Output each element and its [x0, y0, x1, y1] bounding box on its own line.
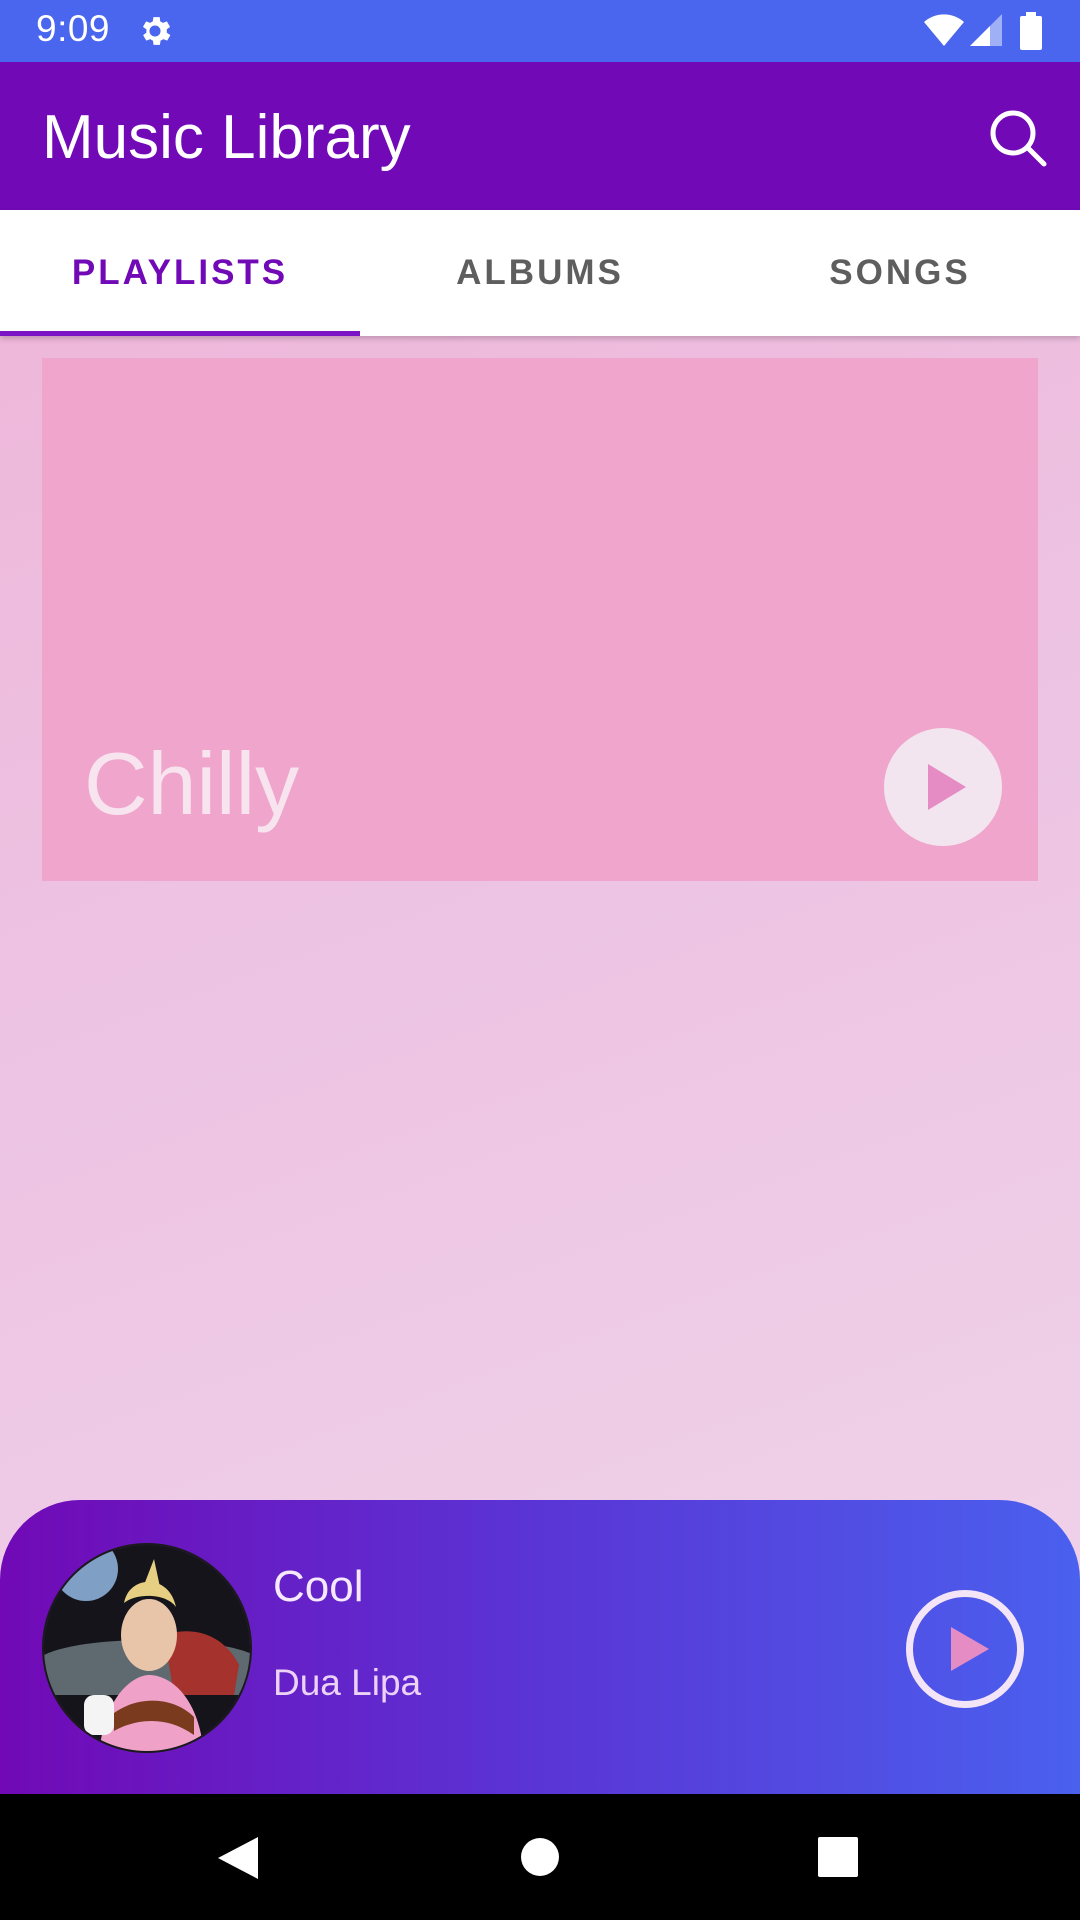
- page-title: Music Library: [42, 103, 411, 172]
- signal-icon: [970, 14, 1002, 46]
- gear-icon: [142, 17, 171, 45]
- recents-icon[interactable]: [818, 1837, 858, 1877]
- search-button[interactable]: [982, 102, 1054, 174]
- tab-songs[interactable]: SONGS: [720, 210, 1080, 336]
- status-bar: 9:09: [0, 0, 1080, 62]
- tab-label: SONGS: [829, 253, 971, 292]
- play-icon: [951, 1627, 989, 1671]
- playlist-card[interactable]: Chilly: [42, 358, 1038, 881]
- tab-label: ALBUMS: [456, 253, 624, 292]
- tab-label: PLAYLISTS: [71, 253, 289, 292]
- navigation-bar: [0, 1794, 1080, 1920]
- track-title: Cool: [273, 1562, 364, 1611]
- battery-icon: [1020, 12, 1042, 50]
- tab-bar: PLAYLISTS ALBUMS SONGS: [0, 210, 1080, 336]
- tab-playlists[interactable]: PLAYLISTS: [0, 210, 360, 336]
- track-artist: Dua Lipa: [273, 1662, 422, 1703]
- search-icon: [990, 110, 1047, 167]
- wifi-icon: [924, 14, 964, 46]
- app-bar: Music Library: [0, 62, 1080, 210]
- status-time: 9:09: [36, 8, 111, 49]
- now-playing-bar[interactable]: Cool Dua Lipa: [0, 1500, 1080, 1794]
- now-playing-play-button[interactable]: [906, 1590, 1024, 1708]
- playlist-play-button[interactable]: [884, 728, 1002, 846]
- back-icon[interactable]: [216, 1835, 260, 1881]
- tab-albums[interactable]: ALBUMS: [360, 210, 720, 336]
- album-art: [42, 1543, 252, 1753]
- tab-indicator: [0, 331, 360, 336]
- home-icon[interactable]: [520, 1837, 560, 1877]
- play-icon: [928, 764, 966, 810]
- playlist-name: Chilly: [84, 734, 300, 833]
